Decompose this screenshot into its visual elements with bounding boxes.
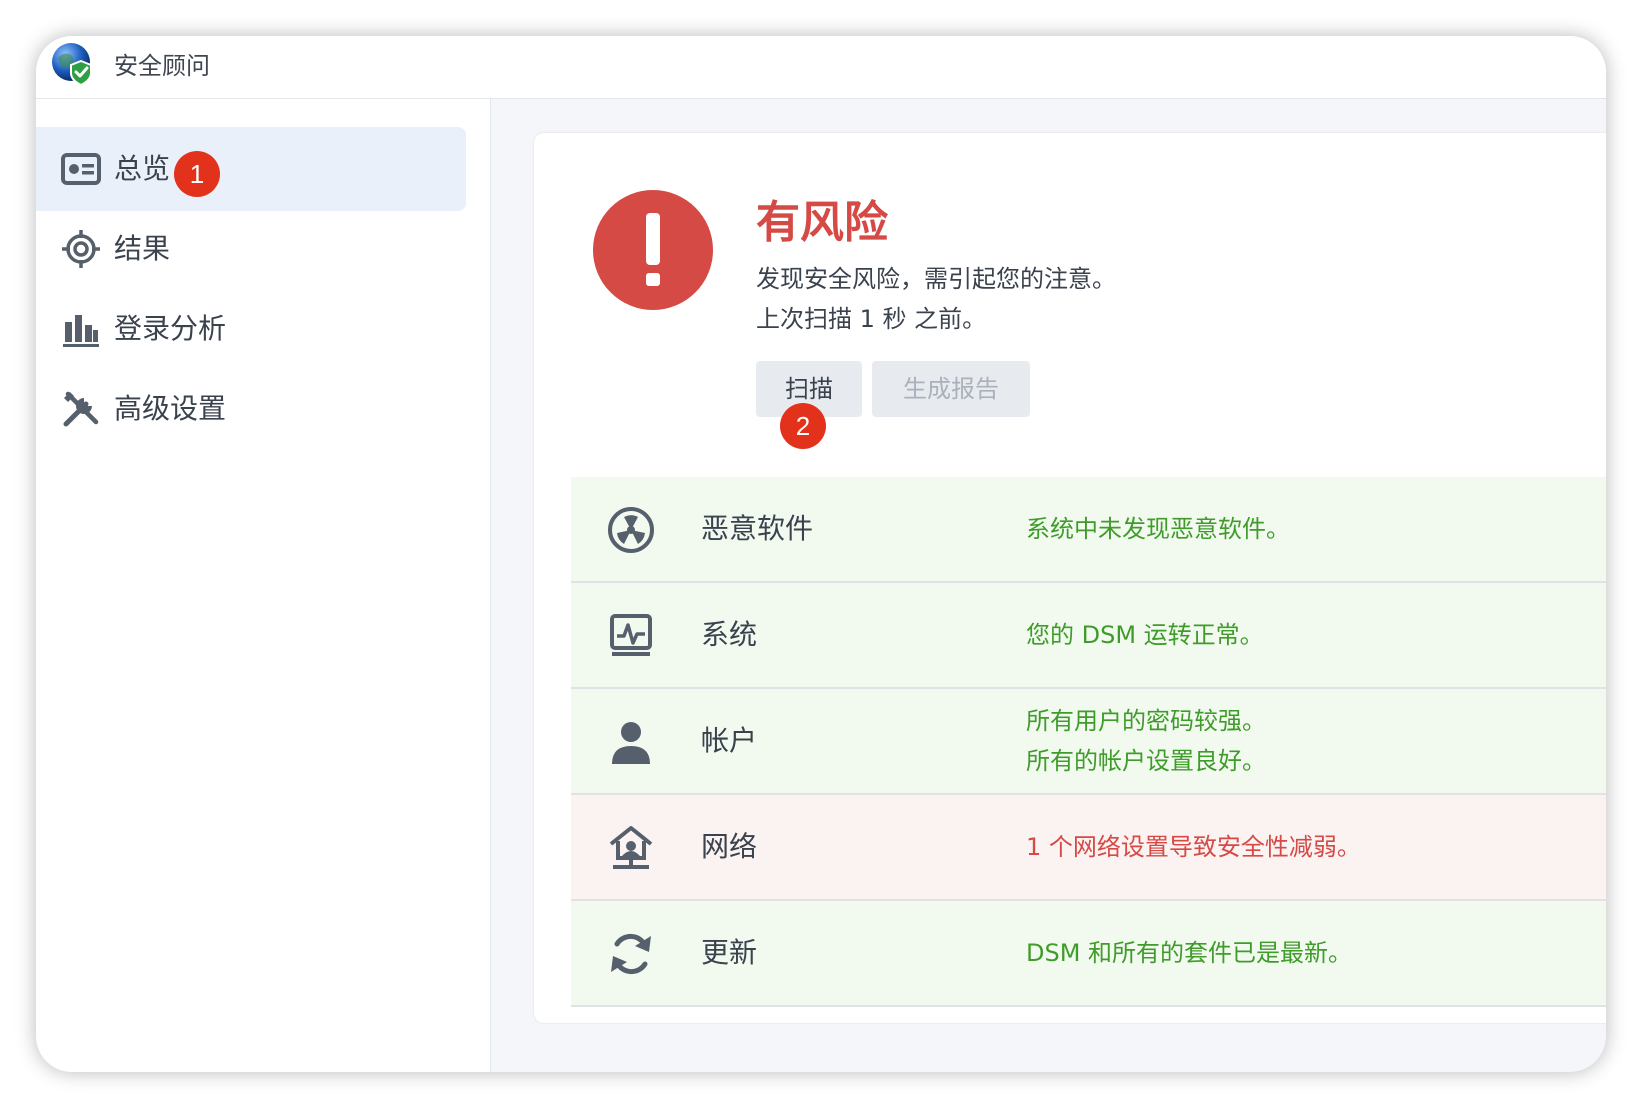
- radiation-icon: [608, 507, 654, 553]
- category-name: 帐户: [701, 724, 758, 757]
- sidebar-item-label: 总览: [114, 152, 171, 185]
- category-name: 系统: [701, 618, 758, 651]
- category-status: DSM 和所有的套件已是最新。: [1026, 933, 1352, 973]
- overview-card-icon: [61, 153, 101, 185]
- risk-alert-icon: [593, 190, 713, 310]
- sidebar-item-label: 结果: [114, 232, 171, 265]
- category-name: 更新: [701, 936, 758, 969]
- status-line: 您的 DSM 运转正常。: [1026, 621, 1264, 649]
- category-row-system[interactable]: 系统 您的 DSM 运转正常。: [571, 583, 1606, 689]
- category-list: 恶意软件 系统中未发现恶意软件。 系统 您的 DSM 运转正常。 帐户 所有用户…: [571, 477, 1606, 1007]
- sidebar-item-overview[interactable]: 总览: [36, 127, 466, 211]
- status-line: DSM 和所有的套件已是最新。: [1026, 939, 1353, 967]
- sidebar-item-advanced-settings[interactable]: 高级设置: [36, 367, 466, 451]
- sidebar: 总览 结果 登录分析 高级设置 1: [36, 99, 491, 1072]
- category-status: 所有用户的密码较强。 所有的帐户设置良好。: [1026, 701, 1266, 781]
- status-line: 系统中未发现恶意软件。: [1026, 515, 1290, 543]
- category-row-update[interactable]: 更新 DSM 和所有的套件已是最新。: [571, 901, 1606, 1007]
- category-status: 系统中未发现恶意软件。: [1026, 509, 1290, 549]
- app-title: 安全顾问: [114, 52, 210, 80]
- sidebar-item-label: 高级设置: [114, 392, 227, 425]
- title-bar: 安全顾问: [36, 36, 1606, 99]
- category-name: 网络: [701, 830, 758, 863]
- tools-icon: [63, 391, 99, 427]
- annotation-badge-2: 2: [780, 403, 826, 449]
- security-advisor-logo-icon: [52, 43, 92, 87]
- sidebar-item-label: 登录分析: [114, 312, 227, 345]
- bar-chart-icon: [63, 315, 99, 347]
- category-row-account[interactable]: 帐户 所有用户的密码较强。 所有的帐户设置良好。: [571, 689, 1606, 795]
- annotation-badge-1: 1: [174, 151, 220, 197]
- category-status: 1 个网络设置导致安全性减弱。: [1026, 827, 1361, 867]
- category-status: 您的 DSM 运转正常。: [1026, 615, 1264, 655]
- status-description: 发现安全风险，需引起您的注意。: [756, 265, 1116, 293]
- status-line: 1 个网络设置导致安全性减弱。: [1026, 833, 1361, 861]
- generate-report-button[interactable]: 生成报告: [872, 361, 1030, 417]
- category-name: 恶意软件: [701, 512, 814, 545]
- status-line: 所有的帐户设置良好。: [1026, 747, 1266, 775]
- refresh-icon: [611, 933, 651, 975]
- sidebar-item-results[interactable]: 结果: [36, 207, 466, 291]
- category-row-network[interactable]: 网络 1 个网络设置导致安全性减弱。: [571, 795, 1606, 901]
- network-home-icon: [609, 826, 653, 869]
- app-window: 安全顾问 总览 结果 登录分析 高级设置 1 有风险 发现安全风险，需引起您的注…: [36, 36, 1606, 1072]
- user-icon: [612, 722, 650, 764]
- overview-panel: 有风险 发现安全风险，需引起您的注意。 上次扫描 1 秒 之前。 扫描 生成报告…: [534, 133, 1606, 1023]
- sidebar-item-login-analysis[interactable]: 登录分析: [36, 287, 466, 371]
- category-row-malware[interactable]: 恶意软件 系统中未发现恶意软件。: [571, 477, 1606, 583]
- system-monitor-icon: [610, 614, 652, 656]
- crosshair-icon: [62, 230, 100, 268]
- status-line: 所有用户的密码较强。: [1026, 707, 1266, 735]
- last-scan-text: 上次扫描 1 秒 之前。: [756, 305, 987, 333]
- status-title: 有风险: [756, 197, 888, 248]
